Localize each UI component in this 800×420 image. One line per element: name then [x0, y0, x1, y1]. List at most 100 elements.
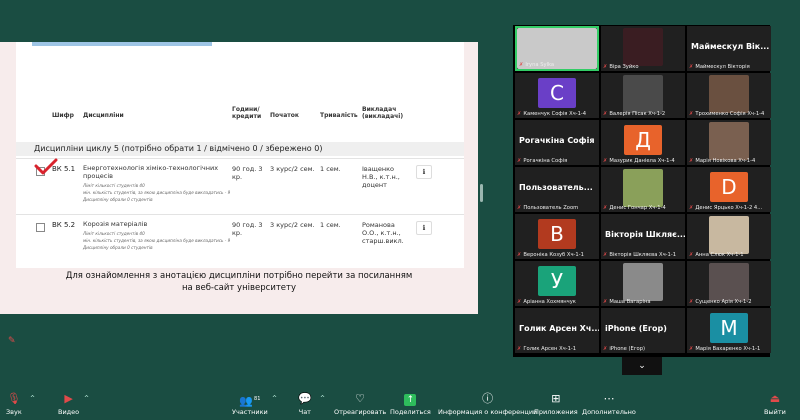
participant-tile[interactable]: Маймескул Вік... ✗ Маймескул Вікторія — [687, 26, 771, 71]
participant-tile[interactable]: ✗ Марія Новікова Хч-1-4 — [687, 120, 771, 165]
participant-name-text: Iryna Sylka — [525, 62, 555, 68]
participant-tile[interactable]: ✗ Денис Гончар Хч-1-4 — [601, 167, 685, 212]
participant-tile[interactable]: Д ✗ Мазурик Даніела Хч-1-4 — [601, 120, 685, 165]
participant-name: ✗ Маша Вагаріна — [603, 299, 651, 305]
reactions-button[interactable]: ♡ Отреагировать — [334, 392, 386, 417]
participant-name-text: Голик Арсен Хч-1-1 — [523, 346, 577, 352]
participant-name: ✗ Мазурик Даніела Хч-1-4 — [603, 158, 675, 164]
row-hours: 90 год. 3 кр. — [232, 221, 263, 237]
mic-muted-icon: ✗ — [517, 252, 522, 258]
split-view-handle[interactable] — [480, 184, 483, 202]
participant-tile[interactable]: M ✗ Марія Вахаренко Хч-1-1 — [687, 308, 771, 353]
video-off-icon: ▶ — [64, 392, 73, 405]
chat-options-caret[interactable]: ^ — [320, 395, 325, 402]
select-checkbox[interactable] — [36, 223, 45, 232]
mic-muted-icon: ✗ — [689, 346, 694, 352]
meeting-info-button[interactable]: ⓘ Информация о конференции — [438, 392, 537, 417]
share-button[interactable]: ↑ Поделиться — [390, 392, 431, 417]
participant-name-text: Мазурик Даніела Хч-1-4 — [609, 158, 675, 164]
participant-video — [709, 122, 749, 160]
more-button[interactable]: ⋯ Дополнительно — [582, 392, 636, 417]
participants-button[interactable]: 👥81 Участники — [232, 392, 268, 417]
row-note: Ліміт кількості студентів 40 — [83, 183, 145, 188]
participant-name: ✗ Денис Гончар Хч-1-4 — [603, 205, 666, 211]
chat-icon: 💬 — [298, 392, 312, 405]
participants-options-caret[interactable]: ^ — [272, 395, 277, 402]
audio-button[interactable]: 🎙 Звук — [6, 392, 22, 417]
avatar: С — [538, 78, 576, 108]
leave-button[interactable]: ⏏ Выйти — [764, 392, 786, 417]
avatar: У — [538, 266, 576, 296]
participant-tile[interactable]: ✗ Сущенко Арія Хч-1-2 — [687, 261, 771, 306]
participant-name-text: Марія Новікова Хч-1-4 — [695, 158, 756, 164]
participant-tile[interactable]: ✗ Віра Зуйко — [601, 26, 685, 71]
participant-tile[interactable]: У ✗ Аріанна Хохмянчук — [515, 261, 599, 306]
mic-muted-icon: ✗ — [517, 158, 522, 164]
audio-options-caret[interactable]: ^ — [30, 395, 35, 402]
chat-button[interactable]: 💬 Чат — [298, 392, 312, 417]
participant-name-text: iPhone (Егор) — [609, 346, 646, 352]
participant-name-text: Марія Вахаренко Хч-1-1 — [695, 346, 761, 352]
participant-display-name: Вікторія Шкляє... — [605, 230, 685, 239]
mic-muted-icon: ✗ — [603, 252, 608, 258]
apps-button[interactable]: ⊞ Приложения — [534, 392, 578, 417]
participant-video — [623, 28, 663, 66]
mic-muted-icon: ✗ — [603, 299, 608, 305]
participant-name: ✗ Анна Слюк Хч-1-1 — [689, 252, 744, 258]
row-note: Дисципліну обрали 0 студентів — [83, 197, 153, 202]
row-teacher: Іващенко Н.В., к.т.н., доцент — [362, 165, 400, 189]
participant-tile[interactable]: D ✗ Денис Ярцько Хч-1-2 4... — [687, 167, 771, 212]
gallery-scroll-down[interactable]: ⌄ — [622, 357, 662, 375]
participant-tile[interactable]: Вікторія Шкляє... ✗ Вікторія Шкляєва Хч-1-… — [601, 214, 685, 259]
video-options-caret[interactable]: ^ — [84, 395, 89, 402]
participant-tile[interactable]: ✗ Валерія Пісак Хч-1-2 — [601, 73, 685, 118]
participant-tile[interactable]: Рогачкіна Софія ✗ Рогачкіна Софія — [515, 120, 599, 165]
leave-door-icon: ⏏ — [769, 392, 781, 405]
people-icon: 👥81 — [239, 394, 261, 408]
participant-name: ✗ Вікторія Шкляєва Хч-1-1 — [603, 252, 676, 258]
table-row: ВК 5.1 Енерготехнологія хіміко-технологі… — [16, 158, 464, 214]
col-teacher: Викладач (викладачі) — [362, 106, 404, 120]
participant-name-text: Валерія Пісак Хч-1-2 — [609, 111, 666, 117]
participant-tile[interactable]: ✗ Iryna Sylka — [515, 26, 599, 71]
participant-name-text: Рогачкіна Софія — [523, 158, 568, 164]
mic-muted-icon: ✗ — [603, 205, 608, 211]
participant-gallery: ✗ Iryna Sylka ✗ Віра Зуйко Маймескул Вік... ✗… — [513, 25, 771, 357]
participant-name-text: Каменчук Софія Хч-1-4 — [523, 111, 587, 117]
participant-tile[interactable]: Пользователь... ✗ Пользователь Zoom — [515, 167, 599, 212]
participant-name-text: Аріанна Хохмянчук — [523, 299, 576, 305]
participant-video — [623, 263, 663, 301]
participant-name-text: Денис Гончар Хч-1-4 — [609, 205, 666, 211]
video-button[interactable]: ▶ Видео — [58, 392, 79, 417]
info-button[interactable]: ℹ — [416, 165, 432, 179]
participant-name: ✗ Голик Арсен Хч-1-1 — [517, 346, 576, 352]
group-header: Дисципліни циклу 5 (потрібно обрати 1 / … — [16, 142, 464, 156]
meeting-toolbar: 🎙 Звук ^ ▶ Видео ^ 👥81 Участники ^ 💬 Чат… — [0, 388, 800, 420]
participant-tile[interactable]: С ✗ Каменчук Софія Хч-1-4 — [515, 73, 599, 118]
participant-name: ✗ Iryna Sylka — [519, 62, 554, 68]
participant-tile[interactable]: ✗ Анна Слюк Хч-1-1 — [687, 214, 771, 259]
row-duration: 1 сем. — [320, 221, 341, 229]
info-button[interactable]: ℹ — [416, 221, 432, 235]
col-start: Початок — [270, 112, 299, 119]
participant-tile[interactable]: В ✗ Вероніка Козуб Хч-1-1 — [515, 214, 599, 259]
shared-screen: Шифр Дисципліни Години/ кредити Початок … — [0, 42, 478, 314]
participant-name-text: Маша Вагаріна — [609, 299, 651, 305]
discipline-table: Шифр Дисципліни Години/ кредити Початок … — [16, 42, 464, 268]
share-screen-icon: ↑ — [404, 394, 417, 406]
participant-name: ✗ Віра Зуйко — [603, 64, 639, 70]
annotate-pencil-icon[interactable]: ✎ — [8, 336, 16, 346]
heart-icon: ♡ — [355, 392, 366, 405]
row-start: 3 курс/2 сем. — [270, 221, 315, 229]
mic-muted-icon: ✗ — [689, 158, 694, 164]
participant-tile[interactable]: Голик Арсен Хч... ✗ Голик Арсен Хч-1-1 — [515, 308, 599, 353]
participant-video — [709, 263, 749, 301]
participant-tile[interactable]: ✗ Трохименко Софія Хч-1-4 — [687, 73, 771, 118]
participant-name: ✗ Каменчук Софія Хч-1-4 — [517, 111, 586, 117]
participant-name: ✗ Денис Ярцько Хч-1-2 4... — [689, 205, 762, 211]
participant-tile[interactable]: ✗ Маша Вагаріна — [601, 261, 685, 306]
participant-display-name: Голик Арсен Хч... — [519, 324, 599, 333]
participant-tile[interactable]: iPhone (Егор) ✗ iPhone (Егор) — [601, 308, 685, 353]
participant-display-name: iPhone (Егор) — [605, 324, 667, 333]
mic-muted-icon: ✗ — [603, 64, 608, 70]
